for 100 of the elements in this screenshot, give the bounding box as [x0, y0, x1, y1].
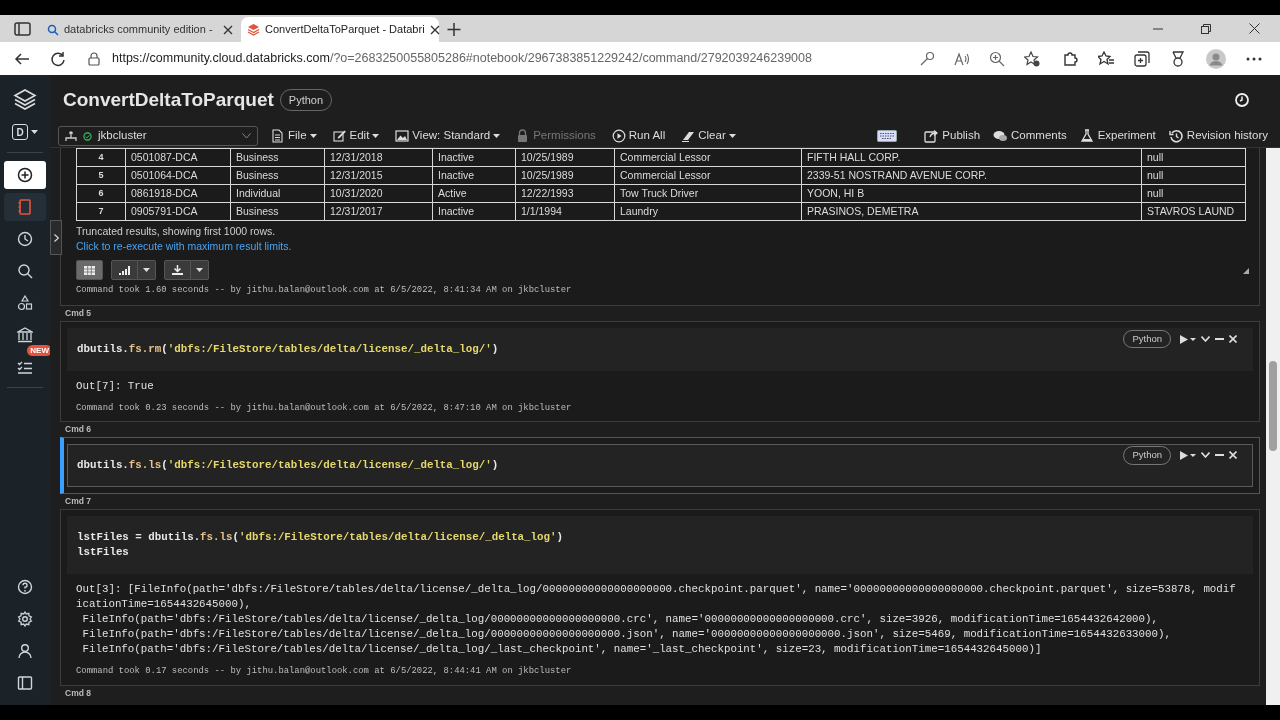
layers-icon[interactable] — [13, 88, 37, 112]
sidebar-item[interactable] — [4, 161, 46, 189]
toolbar-button[interactable]: Publish — [924, 127, 981, 145]
table-cell: null — [1141, 148, 1246, 167]
refresh-icon[interactable] — [50, 50, 66, 67]
chevron-down-icon[interactable] — [1201, 452, 1210, 459]
close-icon[interactable] — [429, 24, 440, 35]
cell-label: Cmd 8 — [64, 686, 92, 700]
toolbar-button[interactable]: Experiment — [1079, 127, 1156, 145]
user-icon — [17, 643, 33, 659]
table-cell: 12/31/2017 — [324, 202, 433, 221]
minimize-icon[interactable] — [1215, 338, 1224, 341]
zoom-in-icon[interactable] — [989, 50, 1005, 67]
table-cell: Commercial Lessor — [614, 148, 802, 167]
keyboard-icon[interactable] — [877, 130, 898, 142]
cell-label: Cmd 5 — [64, 307, 92, 321]
layers-icon — [247, 23, 260, 36]
building-icon — [17, 327, 33, 343]
caret-icon — [196, 268, 203, 272]
table-cell: Tow Truck Driver — [614, 184, 802, 203]
table-cell: 6 — [76, 184, 126, 203]
expand-panel-button[interactable] — [50, 220, 62, 255]
table-cell: Active — [432, 184, 516, 203]
close-icon[interactable] — [1249, 23, 1260, 34]
code-editor[interactable]: lstFiles = dbutils.fs.ls('dbfs:/FileStore/tables/delta/license/_delta_log') lstFiles — [67, 516, 1253, 575]
restore-icon[interactable] — [1201, 23, 1211, 34]
flask-icon — [1079, 129, 1094, 143]
more-icon[interactable] — [1246, 56, 1262, 61]
table-cell: 0501087-DCA — [125, 148, 231, 167]
table-cell: 10/31/2020 — [324, 184, 433, 203]
back-icon[interactable] — [14, 51, 30, 66]
favorite-add-icon[interactable] — [1024, 50, 1040, 67]
view-button[interactable] — [111, 260, 138, 280]
table-cell: Business — [230, 148, 325, 167]
chevron-icon — [53, 233, 59, 242]
puzzle-icon[interactable] — [1062, 50, 1078, 67]
view-button[interactable] — [76, 260, 103, 280]
resize-handle-icon[interactable] — [1243, 268, 1249, 274]
chevron-down-icon[interactable] — [1201, 336, 1210, 343]
table-cell: Inactive — [432, 202, 516, 221]
lock-icon — [88, 51, 100, 66]
run-menu-icon[interactable] — [1180, 334, 1196, 344]
table-cell: 7 — [76, 202, 126, 221]
table-cell: 0501064-DCA — [125, 166, 231, 185]
command-footer: Command took 0.17 seconds -- by jithu.balan@outlook.com at 6/5/2022, 8:44:41 AM on jkbcluster — [67, 657, 572, 685]
toolbar-button[interactable]: Comments — [993, 127, 1067, 145]
table-cell: 10/25/1989 — [515, 148, 615, 167]
command-footer: Command took 0.23 seconds -- by jithu.balan@outlook.com at 6/5/2022, 8:47:10 AM on jkbcluster — [67, 394, 572, 422]
output-line: FileInfo(path='dbfs:/FileStore/tables/delta/license/_delta_log/00000000000000000000.json', name='00000000000000000000.json', size=5469, modificationTime=1654432633000), — [81, 627, 1171, 643]
cluster-selector[interactable]: jkbcluster — [58, 126, 258, 146]
truncation-notice: Truncated results, showing first 1000 rows. — [76, 224, 277, 239]
avatar-icon[interactable] — [1206, 48, 1226, 69]
table-cell: Business — [230, 166, 325, 185]
toolbar-menu[interactable]: File — [266, 127, 322, 145]
search-icon — [17, 263, 33, 279]
download-icon — [172, 265, 183, 275]
caret-icon — [372, 134, 380, 138]
browser-tab[interactable]: ConvertDeltaToParquet - Databri — [241, 17, 439, 42]
output-line: Out[7]: True — [76, 379, 154, 394]
caret-icon — [31, 130, 38, 134]
caret-icon — [493, 134, 501, 138]
panel-icon — [17, 675, 33, 691]
favorites-icon[interactable] — [1098, 50, 1114, 67]
read-aloud-icon[interactable] — [954, 50, 970, 67]
caret-icon — [728, 134, 736, 138]
view-button[interactable] — [164, 260, 191, 280]
table-cell: 10/25/1989 — [515, 166, 615, 185]
table-cell: null — [1141, 166, 1246, 185]
dropdown-button[interactable] — [191, 260, 209, 280]
toolbar-button[interactable]: Revision history — [1168, 127, 1268, 145]
toolbar-button[interactable]: Run All — [606, 127, 671, 145]
collections-icon[interactable] — [1134, 50, 1150, 67]
table-cell: Individual — [230, 184, 325, 203]
table-cell: 12/31/2018 — [324, 148, 433, 167]
table-cell: 4 — [76, 148, 126, 167]
chevron-icon — [242, 133, 251, 139]
close-icon[interactable] — [223, 24, 233, 35]
clock-icon[interactable] — [1235, 93, 1249, 107]
edit-icon — [332, 129, 347, 143]
table-icon — [84, 265, 95, 275]
cell-label: Cmd 7 — [64, 495, 92, 509]
toolbar-menu[interactable]: Edit — [327, 127, 385, 145]
cluster-icon — [65, 130, 77, 142]
scrollbar[interactable] — [1266, 148, 1280, 705]
code-line: dbutils.fs.rm('dbfs:/FileStore/tables/delta/license/_delta_log/') — [77, 342, 499, 357]
table-cell: 1/1/1994 — [515, 202, 615, 221]
re-execute-link[interactable]: Click to re-execute with maximum result limits. — [76, 239, 292, 254]
password-key-icon[interactable] — [919, 50, 935, 67]
tab-title: ConvertDeltaToParquet - Databri — [265, 22, 425, 38]
run-menu-icon[interactable] — [1180, 451, 1196, 460]
image-icon — [395, 129, 410, 143]
table-cell: Inactive — [432, 166, 516, 185]
minimize-icon[interactable] — [1215, 454, 1224, 457]
medal-icon[interactable] — [1170, 50, 1186, 67]
dropdown-button[interactable] — [138, 260, 156, 280]
toolbar-menu[interactable]: Clear — [676, 127, 741, 145]
checklist-icon — [17, 359, 33, 375]
toolbar-menu[interactable]: View: Standard — [390, 127, 506, 145]
output-line: Out[3]: [FileInfo(path='dbfs:/FileStore/tables/delta/license/_delta_log/00000000000000000000.checkpoint.parquet', name='00000000000000000000.checkpoint.parquet', size=53878, modif — [76, 582, 1236, 598]
cell-label: Cmd 6 — [64, 423, 92, 437]
